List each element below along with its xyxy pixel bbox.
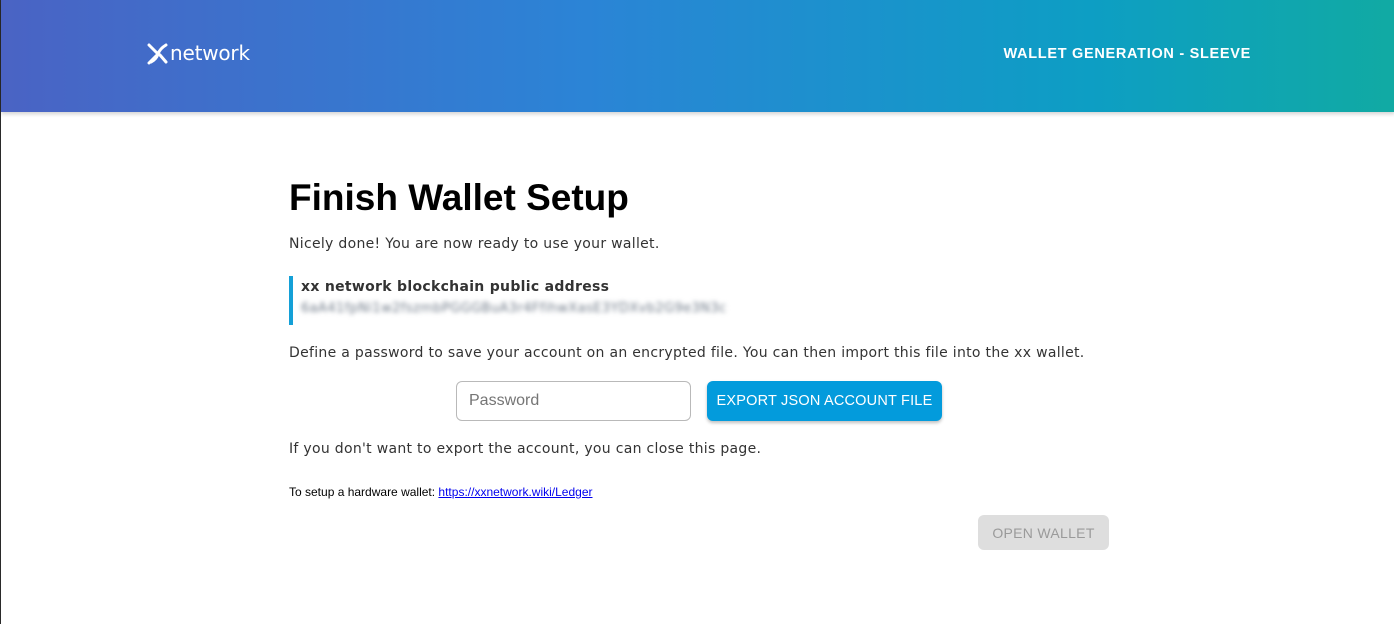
ledger-wiki-link[interactable]: https://xxnetwork.wiki/Ledger — [438, 485, 592, 499]
hardware-wallet-prefix: To setup a hardware wallet: — [289, 485, 439, 499]
page-title: Finish Wallet Setup — [289, 177, 629, 218]
close-page-text: If you don't want to export the account,… — [289, 441, 762, 457]
intro-text: Nicely done! You are now ready to use yo… — [289, 236, 660, 252]
export-form: EXPORT JSON ACCOUNT FILE — [456, 381, 942, 421]
header-title: WALLET GENERATION - SLEEVE — [1003, 46, 1251, 62]
hardware-wallet-line: To setup a hardware wallet: https://xxne… — [289, 485, 593, 499]
open-wallet-button[interactable]: OPEN WALLET — [978, 515, 1109, 550]
main-content: Finish Wallet Setup Nicely done! You are… — [289, 170, 1109, 550]
xx-network-logo[interactable]: network — [147, 40, 250, 66]
logo-text: network — [170, 41, 250, 65]
password-input[interactable] — [456, 381, 691, 421]
public-address-value: 6aA41fpNi1w2fszmbPGGGBuA3r4FfihwXasE3YDX… — [301, 301, 727, 316]
export-json-button[interactable]: EXPORT JSON ACCOUNT FILE — [707, 381, 942, 421]
header-bar: network WALLET GENERATION - SLEEVE — [1, 0, 1394, 112]
xx-logo-icon — [147, 43, 168, 65]
public-address-block: xx network blockchain public address 6aA… — [289, 276, 727, 325]
page: network WALLET GENERATION - SLEEVE Finis… — [0, 0, 1394, 624]
define-password-text: Define a password to save your account o… — [289, 345, 1085, 361]
public-address-label: xx network blockchain public address — [301, 279, 610, 295]
